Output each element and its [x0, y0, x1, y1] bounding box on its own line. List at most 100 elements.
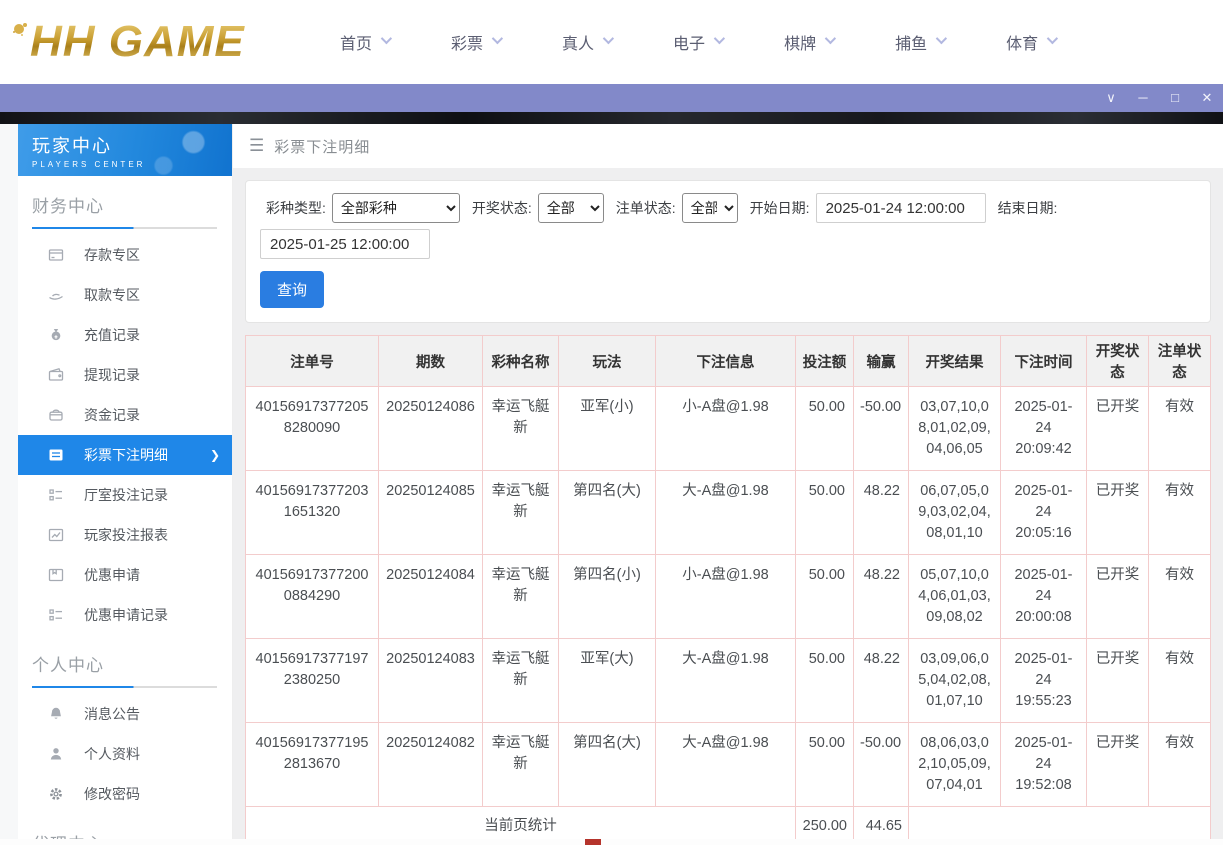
table-row: 401569173772031651320 20250124085 幸运飞艇新 第四名…	[245, 470, 1211, 556]
table-cell: 2025-01-24 20:00:08	[1000, 554, 1087, 640]
table-cell: 有效	[1148, 722, 1211, 808]
col-draw-result: 开奖结果	[908, 335, 1001, 387]
bottom-red-mark	[585, 839, 601, 845]
list-card-icon	[49, 449, 63, 461]
table-cell: 401569173772031651320	[245, 470, 379, 556]
table-cell: 03,09,06,05,04,02,08,01,07,10	[908, 638, 1001, 724]
nav-item-home[interactable]: 首页	[340, 30, 393, 54]
table-cell: 50.00	[795, 638, 854, 724]
table-row: 401569173772000884290 20250124084 幸运飞艇新 第四名…	[245, 554, 1211, 640]
sidebar-item-funds-record[interactable]: 资金记录	[18, 395, 232, 435]
chart-report-icon	[48, 528, 64, 542]
sidebar-item-notice[interactable]: 消息公告	[18, 694, 232, 734]
table-cell: 有效	[1148, 385, 1211, 472]
table-cell: 401569173772000884290	[245, 554, 379, 640]
table-cell: 亚军(小)	[558, 385, 656, 472]
table-cell: 有效	[1148, 554, 1211, 640]
list-icon	[49, 609, 62, 621]
money-bag-icon	[51, 329, 61, 341]
sidebar-item-promo-record[interactable]: 优惠申请记录	[18, 595, 232, 635]
table-cell: 20250124084	[378, 554, 483, 640]
col-winloss: 输赢	[853, 335, 909, 387]
sidebar-item-player-bet-report[interactable]: 玩家投注报表	[18, 515, 232, 555]
sidebar-item-promo-apply[interactable]: 优惠申请	[18, 555, 232, 595]
order-status-label: 注单状态:	[615, 200, 676, 216]
window-maximize-icon[interactable]: □	[1159, 84, 1191, 112]
query-button[interactable]: 查询	[260, 271, 325, 308]
deposit-card-icon	[48, 249, 64, 261]
table-cell: 401569173771952813670	[245, 722, 379, 808]
bottom-edge-strip	[0, 839, 1223, 845]
table-cell: 幸运飞艇新	[482, 722, 559, 808]
logo-text: HH GAME	[30, 17, 245, 66]
sidebar-item-withdrawal-record[interactable]: 提现记录	[18, 355, 232, 395]
lottery-type-label: 彩种类型:	[266, 200, 326, 216]
lottery-type-select[interactable]: 全部彩种	[331, 193, 460, 223]
table-cell: 幸运飞艇新	[482, 638, 559, 724]
table-cell: 401569173771972380250	[245, 638, 379, 724]
table-cell: -50.00	[853, 385, 909, 472]
col-order-status: 注单状态	[1148, 335, 1211, 387]
background-image-strip	[0, 112, 1223, 124]
table-cell: 20250124085	[378, 470, 483, 556]
sidebar-item-change-password[interactable]: 修改密码	[18, 774, 232, 814]
nav-item-sports[interactable]: 体育	[1006, 30, 1059, 54]
order-status-select[interactable]: 全部	[681, 193, 738, 223]
bet-detail-table: 注单号 期数 彩种名称 玩法 下注信息 投注额 输赢 开奖结果 下注时间 开奖状…	[245, 335, 1211, 845]
draw-status-select[interactable]: 全部	[537, 193, 604, 223]
table-cell: 401569173772058280090	[245, 385, 379, 472]
window-close-icon[interactable]: ✕	[1191, 84, 1223, 112]
section-underline	[32, 227, 217, 229]
content-area: 玩家中心 PLAYERS CENTER 财务中心 存款专区 取款专区 充值记录 …	[0, 124, 1223, 845]
purse-icon	[49, 409, 63, 421]
gear-icon	[50, 788, 62, 800]
nav-item-lottery[interactable]: 彩票	[451, 30, 504, 54]
sidebar-item-deposit-zone[interactable]: 存款专区	[18, 235, 232, 275]
col-play: 玩法	[558, 335, 656, 387]
table-cell: 20250124086	[378, 385, 483, 472]
site-topbar: HH GAME 首页 彩票 真人 电子 棋牌 捕鱼 体育	[0, 0, 1223, 84]
nav-item-board[interactable]: 棋牌	[784, 30, 837, 54]
chevron-down-icon	[491, 32, 504, 45]
nav-item-fishing[interactable]: 捕鱼	[895, 30, 948, 54]
table-cell: 08,06,03,02,10,05,09,07,04,01	[908, 722, 1001, 808]
chevron-down-icon	[380, 32, 393, 45]
table-cell: -50.00	[853, 722, 909, 808]
sidebar-item-profile[interactable]: 个人资料	[18, 734, 232, 774]
chevron-down-icon	[935, 32, 948, 45]
table-body: 401569173772058280090 20250124086 幸运飞艇新 亚军(…	[245, 385, 1211, 845]
site-logo[interactable]: HH GAME	[14, 20, 314, 64]
sidebar-item-hall-bet-record[interactable]: 厅室投注记录	[18, 475, 232, 515]
start-date-input[interactable]	[815, 193, 986, 223]
window-minimize-icon[interactable]: ─	[1127, 84, 1159, 112]
table-cell: 05,07,10,04,06,01,03,09,08,02	[908, 554, 1001, 640]
table-cell: 50.00	[795, 385, 854, 472]
window-titlebar: ∨ ─ □ ✕	[0, 84, 1223, 112]
nav-item-live[interactable]: 真人	[562, 30, 615, 54]
end-date-label: 结束日期:	[997, 200, 1058, 216]
table-cell: 2025-01-24 19:52:08	[1000, 722, 1087, 808]
sidebar-header: 玩家中心 PLAYERS CENTER	[18, 124, 232, 176]
table-cell: 第四名(大)	[558, 470, 656, 556]
table-cell: 已开奖	[1086, 554, 1149, 640]
table-cell: 已开奖	[1086, 385, 1149, 472]
nav-item-slots[interactable]: 电子	[673, 30, 726, 54]
sidebar-item-lottery-bet-detail[interactable]: 彩票下注明细 ❯	[18, 435, 232, 475]
sidebar: 玩家中心 PLAYERS CENTER 财务中心 存款专区 取款专区 充值记录 …	[18, 124, 233, 845]
table-cell: 48.22	[853, 470, 909, 556]
main-area: ☰ 彩票下注明细 彩种类型: 全部彩种 开奖状态: 全部 注单状态: 全部 开始…	[233, 124, 1223, 845]
page-title: 彩票下注明细	[274, 138, 371, 156]
chevron-down-icon	[1046, 32, 1059, 45]
wallet-icon	[48, 368, 64, 381]
table-cell: 03,07,10,08,01,02,09,04,06,05	[908, 385, 1001, 472]
withdraw-hand-icon	[49, 293, 63, 300]
window-dropdown-icon[interactable]: ∨	[1095, 84, 1127, 112]
hamburger-icon[interactable]: ☰	[249, 136, 264, 156]
sidebar-item-withdraw-zone[interactable]: 取款专区	[18, 275, 232, 315]
sidebar-subtitle: PLAYERS CENTER	[32, 160, 146, 169]
table-cell: 06,07,05,09,03,02,04,08,01,10	[908, 470, 1001, 556]
end-date-input[interactable]	[260, 229, 430, 259]
chevron-right-icon: ❯	[209, 448, 220, 462]
table-cell: 48.22	[853, 554, 909, 640]
sidebar-item-recharge-record[interactable]: 充值记录	[18, 315, 232, 355]
